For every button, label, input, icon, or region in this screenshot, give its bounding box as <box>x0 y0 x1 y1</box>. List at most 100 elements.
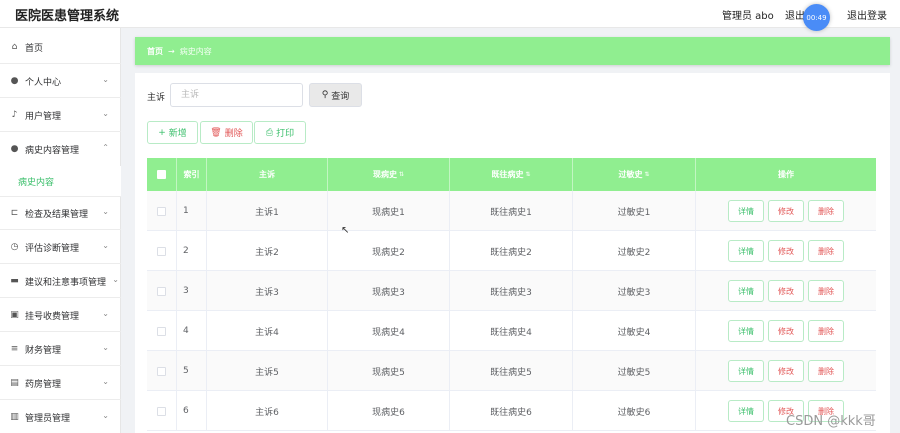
th-present[interactable]: 现病史 ⇅ <box>328 158 450 191</box>
sort-icon: ⇅ <box>398 171 405 178</box>
logout-login-link[interactable]: 退出登录 <box>847 7 887 22</box>
timer-badge[interactable]: 00:49 <box>803 4 830 31</box>
chevron-down-icon: ⌄ <box>102 411 109 420</box>
table-row[interactable]: 4 主诉4 现病史4 既往病史4 过敏史4 详情 修改 删除 <box>147 311 876 351</box>
row-select-cell <box>147 191 177 231</box>
box-icon: ▤ <box>10 378 19 388</box>
top-bar: 医院医患管理系统 管理员 abo 退出 退出登录 00:49 <box>0 0 900 31</box>
cell-index: 4 <box>177 311 207 351</box>
search-button[interactable]: ⚲ 查询 <box>309 83 362 107</box>
th-past[interactable]: 既往病史 ⇅ <box>450 158 573 191</box>
cell-past: 既往病史5 <box>450 351 573 391</box>
sidebar-item-home[interactable]: ⌂ 首页 <box>0 30 121 64</box>
breadcrumb-home[interactable]: 首页 <box>147 46 163 57</box>
select-all-checkbox[interactable] <box>157 170 166 179</box>
table-row[interactable]: 3 主诉3 现病史3 既往病史3 过敏史3 详情 修改 删除 <box>147 271 876 311</box>
sidebar-item-label: 药房管理 <box>25 379 62 390</box>
th-past-label: 既往病史 <box>491 170 524 179</box>
edit-button[interactable]: 修改 <box>768 320 804 342</box>
sidebar-item-label: 财务管理 <box>25 345 62 356</box>
cell-complaint: 主诉3 <box>207 271 328 311</box>
cell-past: 既往病史2 <box>450 231 573 271</box>
cell-past: 既往病史1 <box>450 191 573 231</box>
print-button-label: 打印 <box>276 129 295 139</box>
chevron-down-icon: ⌄ <box>102 343 109 352</box>
row-checkbox[interactable] <box>157 366 166 376</box>
bank-icon: ▬ <box>10 276 19 286</box>
sidebar-item-label: 用户管理 <box>25 111 62 122</box>
sidebar: ⌂ 首页 ● 个人中心 ⌄ ♪ 用户管理 ⌄ ● 病史内容管理 ⌃ 病史内容 ⊏… <box>0 28 121 433</box>
mouse-cursor-icon: ↖ <box>341 225 350 236</box>
row-checkbox[interactable] <box>157 206 166 216</box>
sidebar-item-history[interactable]: ● 病史内容管理 ⌃ <box>0 132 121 166</box>
chevron-down-icon: ⌄ <box>102 109 109 118</box>
th-ops: 操作 <box>778 170 794 179</box>
sidebar-subitem-history-content[interactable]: 病史内容 <box>0 166 121 196</box>
sidebar-item-exams[interactable]: ⊏ 检查及结果管理 ⌄ <box>0 196 121 230</box>
cell-complaint: 主诉1 <box>207 191 328 231</box>
sidebar-item-admins[interactable]: ▥ 管理员管理 ⌄ <box>0 400 121 433</box>
sidebar-item-label: 个人中心 <box>25 77 62 88</box>
edit-button[interactable]: 修改 <box>768 360 804 382</box>
detail-button[interactable]: 详情 <box>728 360 764 382</box>
th-allergy[interactable]: 过敏史 ⇅ <box>573 158 696 191</box>
remove-button[interactable]: 删除 <box>808 200 844 222</box>
cell-present: 现病史2 <box>328 231 450 271</box>
ticket-icon: ▣ <box>10 310 19 320</box>
chevron-up-icon: ⌃ <box>102 143 109 152</box>
cell-present: 现病史4 <box>328 311 450 351</box>
sidebar-item-advice[interactable]: ▬ 建议和注意事项管理 ⌄ <box>0 264 121 298</box>
row-actions-cell: 详情 修改 删除 <box>696 231 876 271</box>
cell-allergy: 过敏史6 <box>573 391 696 431</box>
search-input[interactable] <box>170 83 303 107</box>
sidebar-item-users[interactable]: ♪ 用户管理 ⌄ <box>0 98 121 132</box>
remove-button[interactable]: 删除 <box>808 320 844 342</box>
sidebar-item-label: 管理员管理 <box>25 413 71 424</box>
edit-button[interactable]: 修改 <box>768 240 804 262</box>
row-checkbox[interactable] <box>157 246 166 256</box>
sidebar-item-label: 病史内容管理 <box>25 145 80 156</box>
sidebar-item-finance[interactable]: ≡ 财务管理 ⌄ <box>0 332 121 366</box>
sidebar-item-label: 挂号收费管理 <box>25 311 80 322</box>
breadcrumb-current: 病史内容 <box>179 46 212 56</box>
detail-button[interactable]: 详情 <box>728 200 764 222</box>
sidebar-item-profile[interactable]: ● 个人中心 ⌄ <box>0 64 121 98</box>
table-row[interactable]: 5 主诉5 现病史5 既往病史5 过敏史5 详情 修改 删除 <box>147 351 876 391</box>
clock-icon: ◷ <box>10 242 19 252</box>
search-button-label: 查询 <box>331 91 350 102</box>
remove-button[interactable]: 删除 <box>808 240 844 262</box>
row-checkbox[interactable] <box>157 326 166 336</box>
admin-label: 管理员 abo <box>722 11 774 22</box>
detail-button[interactable]: 详情 <box>728 280 764 302</box>
detail-button[interactable]: 详情 <box>728 320 764 342</box>
sidebar-item-registration[interactable]: ▣ 挂号收费管理 ⌄ <box>0 298 121 332</box>
row-checkbox[interactable] <box>157 406 166 416</box>
th-complaint: 主诉 <box>207 158 328 191</box>
remove-button[interactable]: 删除 <box>808 360 844 382</box>
home-icon: ⌂ <box>11 42 18 52</box>
cell-past: 既往病史3 <box>450 271 573 311</box>
remove-button[interactable]: 删除 <box>808 280 844 302</box>
cell-past: 既往病史6 <box>450 391 573 431</box>
chevron-down-icon: ⌄ <box>102 75 109 84</box>
search-label: 主诉 <box>147 93 166 103</box>
row-select-cell <box>147 351 177 391</box>
chart-icon: ▥ <box>10 412 19 422</box>
row-actions-cell: 详情 修改 删除 <box>696 351 876 391</box>
logout-link[interactable]: 退出 <box>785 7 805 22</box>
table-row[interactable]: 6 主诉6 现病史6 既往病史6 过敏史6 详情 修改 删除 <box>147 391 876 431</box>
detail-button[interactable]: 详情 <box>728 400 764 422</box>
chevron-down-icon: ⌄ <box>112 275 119 284</box>
sidebar-item-pharmacy[interactable]: ▤ 药房管理 ⌄ <box>0 366 121 400</box>
print-button[interactable]: ⎙ 打印 <box>254 121 306 144</box>
row-checkbox[interactable] <box>157 286 166 296</box>
edit-button[interactable]: 修改 <box>768 280 804 302</box>
table-header: 索引 主诉 现病史 ⇅ 既往病史 ⇅ 过敏史 ⇅ 操作 <box>147 158 876 191</box>
add-button[interactable]: + 新增 <box>147 121 198 144</box>
table-row[interactable]: 1 主诉1 现病史1 既往病史1 过敏史1 详情 修改 删除 <box>147 191 876 231</box>
table-row[interactable]: 2 主诉2 现病史2 既往病史2 过敏史2 详情 修改 删除 <box>147 231 876 271</box>
detail-button[interactable]: 详情 <box>728 240 764 262</box>
delete-button[interactable]: 🗑︎ 删除 <box>200 121 253 144</box>
edit-button[interactable]: 修改 <box>768 200 804 222</box>
sidebar-item-diagnosis[interactable]: ◷ 评估诊断管理 ⌄ <box>0 230 121 264</box>
